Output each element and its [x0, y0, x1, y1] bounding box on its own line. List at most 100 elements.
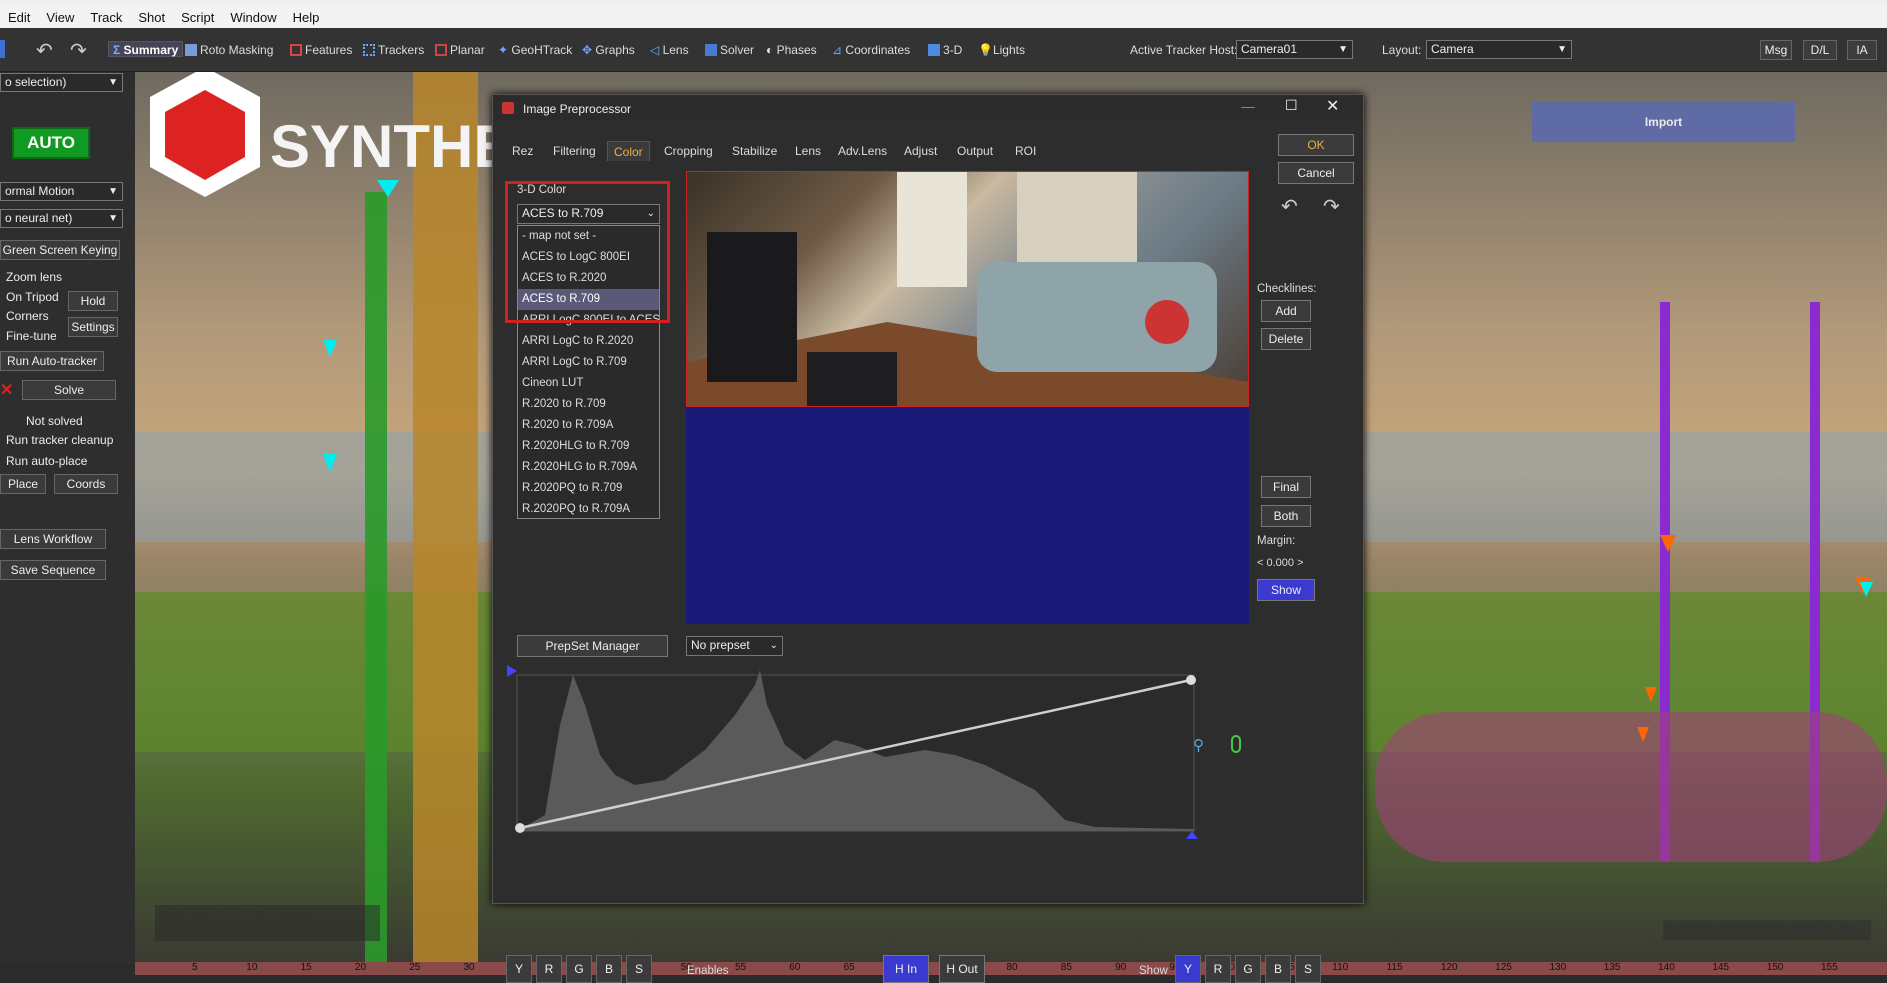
h-in-button[interactable]: H In — [883, 955, 929, 983]
run-autoplace-checkbox[interactable]: Run auto-place — [6, 454, 87, 468]
msg-button[interactable]: Msg — [1760, 40, 1792, 60]
neural-net-select[interactable]: o neural net) ▼ — [0, 209, 123, 228]
curve-handle-high[interactable] — [1186, 675, 1196, 685]
zoom-lens-checkbox[interactable]: Zoom lens — [6, 270, 62, 284]
timeline-bar[interactable]: 5101520253035404550556065707580859095100… — [135, 962, 1887, 975]
active-host-select[interactable]: Camera01 ▼ — [1236, 40, 1353, 59]
enable-g-button[interactable]: G — [566, 955, 592, 983]
auto-button[interactable]: AUTO — [12, 127, 90, 159]
tool-solver[interactable]: Solver — [705, 42, 754, 58]
color-map-option[interactable]: R.2020HLG to R.709 — [518, 436, 659, 457]
dl-button[interactable]: D/L — [1803, 40, 1837, 60]
motion-select[interactable]: ormal Motion ▼ — [0, 182, 123, 201]
add-checkline-button[interactable]: Add — [1261, 300, 1311, 322]
run-cleanup-checkbox[interactable]: Run tracker cleanup — [6, 433, 113, 447]
tool-summary[interactable]: Σ Summary — [108, 41, 184, 57]
close-icon[interactable]: ✕ — [1326, 96, 1339, 116]
tool-geohtrack[interactable]: ✦ GeoHTrack — [498, 42, 572, 58]
show-y-button[interactable]: Y — [1175, 955, 1201, 983]
tool-planar[interactable]: Planar — [435, 42, 485, 58]
layout-select[interactable]: Camera ▼ — [1426, 40, 1572, 59]
undo-icon[interactable]: ↶ — [36, 38, 53, 63]
run-auto-tracker-button[interactable]: Run Auto-tracker — [0, 351, 104, 371]
coords-button[interactable]: Coords — [54, 474, 118, 494]
tool-phases[interactable]: ◐ Phases — [766, 42, 817, 58]
enable-y-button[interactable]: Y — [506, 955, 532, 983]
tool-coordinates[interactable]: ⊿ Coordinates — [832, 42, 910, 58]
color-map-option[interactable]: ARRI LogC to R.2020 — [518, 331, 659, 352]
tab-filtering[interactable]: Filtering — [547, 141, 602, 161]
color-map-option[interactable]: ACES to R.2020 — [518, 268, 659, 289]
show-r-button[interactable]: R — [1205, 955, 1231, 983]
settings-button[interactable]: Settings — [68, 317, 118, 337]
color-map-option[interactable]: R.2020 to R.709A — [518, 415, 659, 436]
color-map-option[interactable]: ACES to R.709 — [518, 289, 659, 310]
show-b-button[interactable]: B — [1265, 955, 1291, 983]
delete-checkline-button[interactable]: Delete — [1261, 328, 1311, 350]
import-button[interactable]: Import — [1532, 102, 1795, 142]
tool-roto[interactable]: Roto Masking — [185, 42, 273, 58]
green-screen-button[interactable]: Green Screen Keying — [0, 240, 120, 260]
menu-help[interactable]: Help — [285, 10, 328, 25]
enable-s-button[interactable]: S — [626, 955, 652, 983]
tab-lens[interactable]: Lens — [789, 141, 827, 161]
corners-checkbox[interactable]: Corners — [6, 309, 49, 323]
tool-trackers[interactable]: Trackers — [363, 42, 424, 58]
minimize-icon[interactable]: — — [1241, 98, 1255, 114]
lens-workflow-button[interactable]: Lens Workflow — [0, 529, 106, 549]
enable-b-button[interactable]: B — [596, 955, 622, 983]
menu-edit[interactable]: Edit — [0, 10, 38, 25]
place-button[interactable]: Place — [0, 474, 46, 494]
color-map-option[interactable]: ARRI LogC 800EI to ACES — [518, 310, 659, 331]
menu-script[interactable]: Script — [173, 10, 222, 25]
undo-icon[interactable]: ↶ — [1281, 194, 1298, 219]
redo-icon[interactable]: ↷ — [70, 38, 87, 63]
color-map-options[interactable]: - map not set - ACES to LogC 800EI ACES to… — [517, 225, 660, 519]
enable-r-button[interactable]: R — [536, 955, 562, 983]
show-g-button[interactable]: G — [1235, 955, 1261, 983]
tab-adjust[interactable]: Adjust — [898, 141, 943, 161]
color-map-option[interactable]: - map not set - — [518, 226, 659, 247]
output-high-marker[interactable] — [1186, 831, 1198, 839]
preview-image[interactable] — [686, 171, 1249, 407]
histogram-curve-editor[interactable] — [505, 665, 1311, 845]
hold-button[interactable]: Hold — [68, 291, 118, 311]
prepset-select[interactable]: No prepset ⌄ — [686, 636, 783, 656]
menu-shot[interactable]: Shot — [130, 10, 173, 25]
selection-select[interactable]: o selection) ▼ — [0, 73, 123, 92]
redo-icon[interactable]: ↷ — [1323, 194, 1340, 219]
color-map-option[interactable]: ACES to LogC 800EI — [518, 247, 659, 268]
on-tripod-checkbox[interactable]: On Tripod — [6, 290, 59, 304]
tab-adv-lens[interactable]: Adv.Lens — [832, 141, 893, 161]
show-margin-button[interactable]: Show — [1257, 579, 1315, 601]
curve-handle-low[interactable] — [515, 823, 525, 833]
color-map-option[interactable]: R.2020PQ to R.709 — [518, 478, 659, 499]
tab-cropping[interactable]: Cropping — [658, 141, 719, 161]
color-map-option[interactable]: R.2020 to R.709 — [518, 394, 659, 415]
menu-window[interactable]: Window — [222, 10, 284, 25]
tab-rez[interactable]: Rez — [506, 141, 539, 161]
save-sequence-button[interactable]: Save Sequence — [0, 560, 106, 580]
color-map-select[interactable]: ACES to R.709 ⌄ — [517, 204, 660, 224]
solve-button[interactable]: Solve — [22, 380, 116, 400]
tool-3d[interactable]: 3-D — [928, 42, 962, 58]
margin-spinner[interactable]: < 0.000 > — [1257, 557, 1304, 569]
tool-lights[interactable]: 💡Lights — [978, 42, 1025, 58]
color-map-option[interactable]: ARRI LogC to R.709 — [518, 352, 659, 373]
tool-lens[interactable]: ◁ Lens — [650, 42, 689, 58]
cancel-button[interactable]: Cancel — [1278, 162, 1354, 184]
ok-button[interactable]: OK — [1278, 134, 1354, 156]
maximize-icon[interactable]: ☐ — [1285, 97, 1298, 114]
tab-output[interactable]: Output — [951, 141, 999, 161]
tool-features[interactable]: Features — [290, 42, 352, 58]
both-button[interactable]: Both — [1261, 505, 1311, 527]
ia-button[interactable]: IA — [1847, 40, 1877, 60]
tool-graphs[interactable]: ✥ Graphs — [582, 42, 635, 58]
tab-stabilize[interactable]: Stabilize — [726, 141, 783, 161]
tab-roi[interactable]: ROI — [1009, 141, 1042, 161]
menu-view[interactable]: View — [38, 10, 82, 25]
color-map-option[interactable]: R.2020PQ to R.709A — [518, 499, 659, 518]
prepset-manager-button[interactable]: PrepSet Manager — [517, 635, 668, 657]
h-out-button[interactable]: H Out — [939, 955, 985, 983]
fine-tune-checkbox[interactable]: Fine-tune — [6, 329, 57, 343]
